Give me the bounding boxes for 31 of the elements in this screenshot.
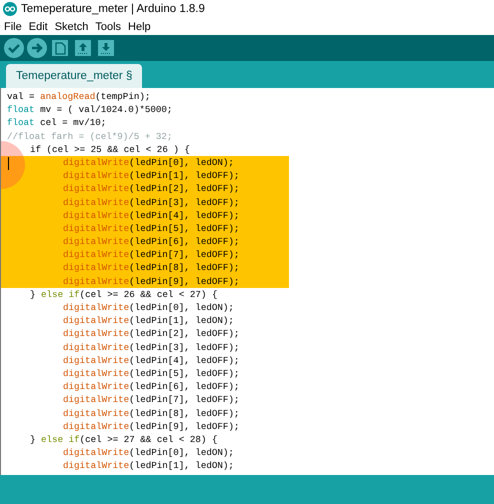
window-title: Temeperature_meter | Arduino 1.8.9 xyxy=(21,3,205,15)
menu-item[interactable]: Sketch xyxy=(54,20,88,32)
code-line: digitalWrite(ledPin[4], ledOFF); xyxy=(62,354,240,367)
menu-item[interactable]: File xyxy=(4,20,22,32)
code-line: digitalWrite(ledPin[1], ledON); xyxy=(62,314,235,328)
code-line: digitalWrite(ledPin[5], ledOFF); xyxy=(62,366,240,380)
code-line: digitalWrite(ledPin[2], ledOFF); xyxy=(62,327,240,341)
download-icon[interactable] xyxy=(96,38,116,58)
code-line: //float farh = (cel*9)/5 + 32; xyxy=(6,130,174,143)
menu-item[interactable]: Edit xyxy=(28,20,48,32)
code-line: float cel = mv/10; xyxy=(6,116,108,130)
code-line: digitalWrite(ledPin[9], ledOFF); xyxy=(62,420,240,433)
text-cursor xyxy=(8,157,9,170)
code-line: } else if(cel >= 27 && cel < 28) { xyxy=(29,432,218,446)
code-line: digitalWrite(ledPin[8], ledOFF); xyxy=(62,406,240,420)
document-icon[interactable] xyxy=(50,38,70,58)
file-tab[interactable]: Temeperature_meter § xyxy=(6,64,142,88)
upload-icon[interactable] xyxy=(73,38,93,58)
code-line: digitalWrite(ledPin[6], ledOFF); xyxy=(62,380,240,394)
code-line: float mv = ( val/1024.0)*5000; xyxy=(6,103,174,116)
code-line: digitalWrite(ledPin[3], ledOFF); xyxy=(62,340,240,354)
code-line: digitalWrite(ledPin[1], ledON); xyxy=(62,459,235,472)
code-line: } else if(cel >= 26 && cel < 27) { xyxy=(29,288,218,301)
code-line: digitalWrite(ledPin[0], ledON); xyxy=(62,301,235,314)
menu-item[interactable]: Help xyxy=(128,20,151,32)
code-line: digitalWrite(ledPin[0], ledON); xyxy=(62,446,235,460)
menu-item[interactable]: Tools xyxy=(95,20,122,32)
code-line: val = analogRead(tempPin); xyxy=(6,90,152,104)
code-line: digitalWrite(ledPin[7], ledOFF); xyxy=(62,393,240,406)
code-line: if (cel >= 25 && cel < 26 ) { xyxy=(29,142,191,156)
check-icon[interactable] xyxy=(4,38,24,58)
